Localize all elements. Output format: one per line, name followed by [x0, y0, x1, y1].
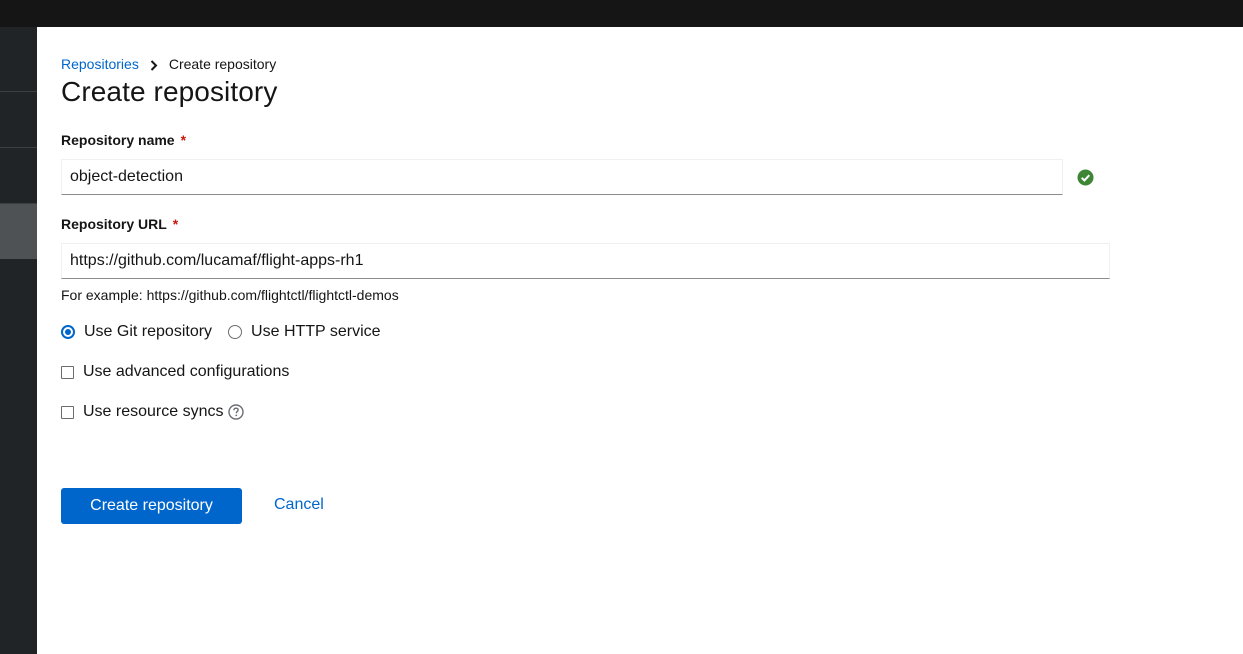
- radio-option-http[interactable]: Use HTTP service: [228, 323, 381, 341]
- main-content: Repositories Create repository Create re…: [37, 27, 1243, 654]
- page-title: Create repository: [61, 76, 278, 107]
- sidebar-item-active[interactable]: [0, 204, 37, 259]
- resource-syncs-checkbox[interactable]: [61, 405, 74, 419]
- repository-name-label-text: Repository name: [61, 132, 175, 148]
- cancel-button[interactable]: Cancel: [274, 496, 324, 514]
- resource-syncs-label[interactable]: Use resource syncs: [83, 403, 224, 421]
- breadcrumb-link-repositories[interactable]: Repositories: [61, 56, 139, 72]
- masthead: [0, 0, 1243, 27]
- repository-url-label: Repository URL *: [61, 216, 178, 232]
- radio-http[interactable]: [228, 325, 243, 339]
- resource-syncs-row: Use resource syncs: [61, 403, 244, 421]
- check-circle-icon: [1077, 169, 1094, 186]
- repository-name-label: Repository name *: [61, 132, 186, 148]
- help-icon[interactable]: [227, 404, 244, 420]
- required-marker: *: [180, 132, 187, 148]
- breadcrumb-current: Create repository: [168, 56, 277, 72]
- radio-http-label: Use HTTP service: [251, 323, 381, 340]
- radio-git-label: Use Git repository: [84, 323, 213, 340]
- sidebar-item[interactable]: [0, 27, 37, 92]
- create-repository-button[interactable]: Create repository: [61, 488, 242, 524]
- radio-option-git[interactable]: Use Git repository: [61, 323, 212, 341]
- sidebar-item[interactable]: [0, 148, 37, 204]
- sidebar-item[interactable]: [0, 92, 37, 148]
- advanced-config-checkbox[interactable]: [61, 365, 74, 379]
- required-marker: *: [172, 216, 179, 232]
- sidebar-nav: [0, 27, 37, 654]
- repository-name-input[interactable]: [61, 159, 1063, 195]
- repository-type-radio-group: Use Git repository Use HTTP service: [61, 323, 381, 341]
- chevron-right-icon: [139, 56, 169, 72]
- repository-url-input[interactable]: [61, 243, 1110, 279]
- repository-url-label-text: Repository URL: [61, 216, 167, 232]
- radio-git[interactable]: [61, 325, 75, 339]
- repository-url-helper-text: For example: https://github.com/flightct…: [61, 287, 399, 303]
- advanced-config-row: Use advanced configurations: [61, 363, 289, 381]
- advanced-config-label[interactable]: Use advanced configurations: [83, 363, 289, 381]
- breadcrumb: Repositories Create repository: [61, 56, 276, 72]
